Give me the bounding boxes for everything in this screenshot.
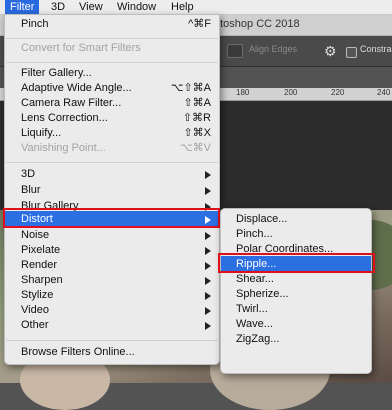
app-title: otoshop CC 2018 [214, 18, 300, 30]
constrain-checkbox[interactable] [346, 47, 357, 58]
submenu-arrow-icon [205, 262, 211, 270]
align-icon[interactable] [227, 44, 243, 58]
menu-item-browse-filters-online[interactable]: Browse Filters Online... [5, 344, 219, 361]
menu-separator [6, 340, 218, 341]
menu-separator [6, 62, 218, 63]
menu-item-label: Vanishing Point... [21, 142, 106, 154]
menu-item-shortcut: ^⌘F [188, 18, 211, 30]
menu-item-label: Pinch [21, 18, 49, 30]
menu-item-convert-smart-filters: Convert for Smart Filters [5, 40, 219, 57]
distort-annotation-box [3, 208, 220, 228]
menu-3d[interactable]: 3D [51, 0, 65, 14]
ruler-tick: 220 [331, 88, 345, 97]
submenu-arrow-icon [205, 247, 211, 255]
menu-item-3d[interactable]: 3D [5, 166, 219, 183]
menu-view[interactable]: View [79, 0, 103, 14]
submenu-item-zigzag[interactable]: ZigZag... [221, 331, 371, 348]
submenu-arrow-icon [205, 232, 211, 240]
menu-help[interactable]: Help [171, 0, 194, 14]
menu-item-label: 3D [21, 168, 36, 180]
menu-filter[interactable]: Filter [5, 0, 40, 14]
menu-separator [6, 38, 218, 39]
ruler-tick: 180 [236, 88, 250, 97]
submenu-arrow-icon [205, 171, 211, 179]
ruler-tick: 200 [284, 88, 298, 97]
system-menubar: Filter 3D View Window Help [0, 0, 392, 15]
gear-icon[interactable]: ⚙ [324, 43, 337, 60]
submenu-arrow-icon [205, 187, 211, 195]
submenu-arrow-icon [205, 292, 211, 300]
menu-item-label: Browse Filters Online... [21, 346, 135, 358]
menu-item-label: ZigZag... [236, 333, 280, 345]
ruler-tick: 240 [377, 88, 391, 97]
menu-item-pinch[interactable]: Pinch ^⌘F [5, 16, 219, 33]
constrain-label: Constrai [360, 44, 392, 54]
menu-item-blur[interactable]: Blur [5, 182, 219, 199]
align-edges-label: Align Edges [249, 44, 298, 54]
ripple-annotation-box [218, 253, 375, 273]
menu-item-label: Convert for Smart Filters [21, 42, 141, 54]
menu-window[interactable]: Window [117, 0, 156, 14]
submenu-arrow-icon [205, 277, 211, 285]
menu-item-label: Other [21, 319, 49, 331]
menu-item-shortcut: ⌥⌘V [179, 142, 211, 154]
menu-item-label: Blur [21, 184, 41, 196]
distort-submenu: Displace... Pinch... Polar Coordinates..… [220, 208, 372, 374]
submenu-arrow-icon [205, 322, 211, 330]
filter-menu: Pinch ^⌘F Convert for Smart Filters Filt… [4, 14, 220, 365]
menu-item-other[interactable]: Other [5, 317, 219, 334]
menu-item-vanishing-point: Vanishing Point... ⌥⌘V [5, 140, 219, 157]
menu-separator [6, 162, 218, 163]
submenu-arrow-icon [205, 307, 211, 315]
